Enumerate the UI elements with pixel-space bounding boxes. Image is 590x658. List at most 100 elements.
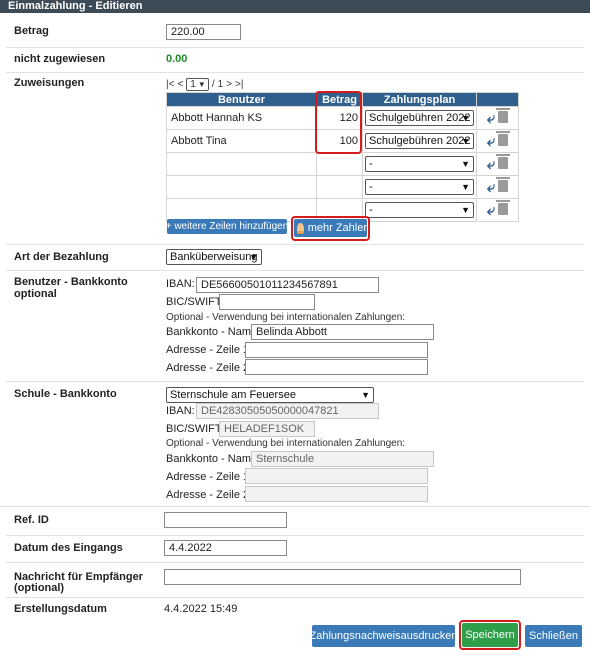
table-row: - ▼ ⤶ <box>166 175 519 199</box>
plan-select[interactable]: - ▼ <box>365 156 474 172</box>
plan-select[interactable]: Schulgebühren 2022 ▼ <box>365 133 474 149</box>
add-rows-button[interactable]: + weitere Zeilen hinzufügen <box>166 219 288 234</box>
row-user[interactable] <box>166 152 317 176</box>
row-user: Abbott Hannah KS <box>166 106 317 130</box>
trash-icon[interactable] <box>496 199 511 215</box>
row-amount[interactable] <box>316 152 363 176</box>
school-bank-hint: Optional - Verwendung bei internationale… <box>166 438 406 449</box>
print-receipt-button[interactable]: Zahlungsnachweisausdrucken <box>310 625 458 647</box>
school-account-select[interactable]: Sternschule am Feuersee ▼ <box>166 387 374 403</box>
column-header-actions <box>476 92 519 107</box>
plan-select-value: - <box>369 181 373 193</box>
school-iban-label: IBAN: <box>166 405 195 417</box>
user-bic-label: BIC/SWIFT: <box>166 296 224 308</box>
message-input[interactable] <box>164 569 521 585</box>
chevron-down-icon: ▼ <box>197 79 206 89</box>
user-iban-input[interactable] <box>196 277 379 293</box>
row-actions: ⤶ <box>476 152 519 176</box>
amount-highlight <box>315 91 362 154</box>
chevron-down-icon: ▼ <box>461 113 470 123</box>
more-payers-label: mehr Zahler <box>307 222 367 234</box>
plan-select-value: Schulgebühren 2022 <box>369 112 471 124</box>
row-user: Abbott Tina <box>166 129 317 153</box>
divider <box>0 506 590 507</box>
assign-arrow-icon[interactable]: ⤶ <box>487 202 495 219</box>
assign-arrow-icon[interactable]: ⤶ <box>487 110 495 127</box>
chevron-down-icon: ▼ <box>461 182 470 192</box>
school-bic-label: BIC/SWIFT: <box>166 423 224 435</box>
last-page-button[interactable]: >| <box>235 79 243 90</box>
column-header-plan: Zahlungsplan <box>362 92 477 107</box>
trash-icon[interactable] <box>496 130 511 146</box>
user-addr2-label: Adresse - Zeile 2: <box>166 362 253 374</box>
page-select[interactable]: 1 ▼ <box>186 77 209 91</box>
divider <box>6 244 584 245</box>
save-button[interactable]: Speichern <box>462 623 518 647</box>
chevron-down-icon: ▼ <box>461 159 470 169</box>
divider <box>6 47 584 48</box>
row-plan-cell: Schulgebühren 2022 ▼ <box>362 129 477 153</box>
plan-select-value: - <box>369 158 373 170</box>
row-user[interactable] <box>166 175 317 199</box>
divider <box>6 562 584 563</box>
row-actions: ⤶ <box>476 129 519 153</box>
row-actions: ⤶ <box>476 198 519 222</box>
row-plan-cell: - ▼ <box>362 152 477 176</box>
plan-select[interactable]: - ▼ <box>365 179 474 195</box>
user-address-line1-input[interactable] <box>245 342 428 358</box>
school-bic-input <box>219 421 315 437</box>
row-plan-cell: Schulgebühren 2022 ▼ <box>362 106 477 130</box>
divider <box>6 535 584 536</box>
next-page-button[interactable]: > <box>226 79 232 90</box>
page-select-value: 1 <box>190 78 196 90</box>
user-addr1-label: Adresse - Zeile 1: <box>166 344 253 356</box>
user-account-name-input[interactable] <box>251 324 434 340</box>
first-page-button[interactable]: |< <box>166 79 174 90</box>
plan-select-value: - <box>369 204 373 216</box>
user-bic-input[interactable] <box>219 294 315 310</box>
school-account-value: Sternschule am Feuersee <box>170 389 296 401</box>
trash-icon[interactable] <box>496 107 511 123</box>
school-addr1-label: Adresse - Zeile 1: <box>166 471 253 483</box>
plan-select-value: Schulgebühren 2022 <box>369 135 471 147</box>
school-address-line1-input <box>245 468 428 484</box>
user-address-line2-input[interactable] <box>245 359 428 375</box>
user-bank-hint: Optional - Verwendung bei internationale… <box>166 312 406 323</box>
unassigned-label: nicht zugewiesen <box>14 53 106 65</box>
school-iban-input <box>196 403 379 419</box>
payment-type-select[interactable]: Banküberweisung ▼ <box>166 249 262 265</box>
divider <box>6 72 584 73</box>
prev-page-button[interactable]: < <box>177 79 183 90</box>
close-button[interactable]: Schließen <box>525 625 582 647</box>
school-name-label: Bankkonto - Name: <box>166 453 261 465</box>
trash-icon[interactable] <box>496 153 511 169</box>
user-iban-label: IBAN: <box>166 278 195 290</box>
assignments-label: Zuweisungen <box>14 77 85 89</box>
school-bank-label: Schule - Bankkonto <box>14 388 117 400</box>
assign-arrow-icon[interactable]: ⤶ <box>487 133 495 150</box>
plan-select[interactable]: Schulgebühren 2022 ▼ <box>365 110 474 126</box>
ref-id-input[interactable] <box>164 512 287 528</box>
row-amount[interactable] <box>316 175 363 199</box>
assign-arrow-icon[interactable]: ⤶ <box>487 179 495 196</box>
user-name-label: Bankkonto - Name: <box>166 326 261 338</box>
unassigned-value: 0.00 <box>166 53 188 65</box>
column-header-user: Benutzer <box>166 92 317 107</box>
row-actions: ⤶ <box>476 106 519 130</box>
row-actions: ⤶ <box>476 175 519 199</box>
received-date-input[interactable] <box>164 540 287 556</box>
divider <box>6 597 584 598</box>
school-addr2-label: Adresse - Zeile 2: <box>166 489 253 501</box>
assign-arrow-icon[interactable]: ⤶ <box>487 156 495 173</box>
school-address-line2-input <box>245 486 428 502</box>
chevron-down-icon: ▼ <box>461 136 470 146</box>
trash-icon[interactable] <box>496 176 511 192</box>
user-bank-optional-label: optional <box>14 288 57 300</box>
school-account-name-input <box>251 451 434 467</box>
person-icon <box>297 222 304 234</box>
created-label: Erstellungsdatum <box>14 603 107 615</box>
more-payers-button[interactable]: mehr Zahler <box>294 219 367 237</box>
plan-select[interactable]: - ▼ <box>365 202 474 218</box>
betrag-input[interactable] <box>166 24 241 40</box>
pager: |< < 1 ▼ / 1 > >| <box>166 77 243 91</box>
